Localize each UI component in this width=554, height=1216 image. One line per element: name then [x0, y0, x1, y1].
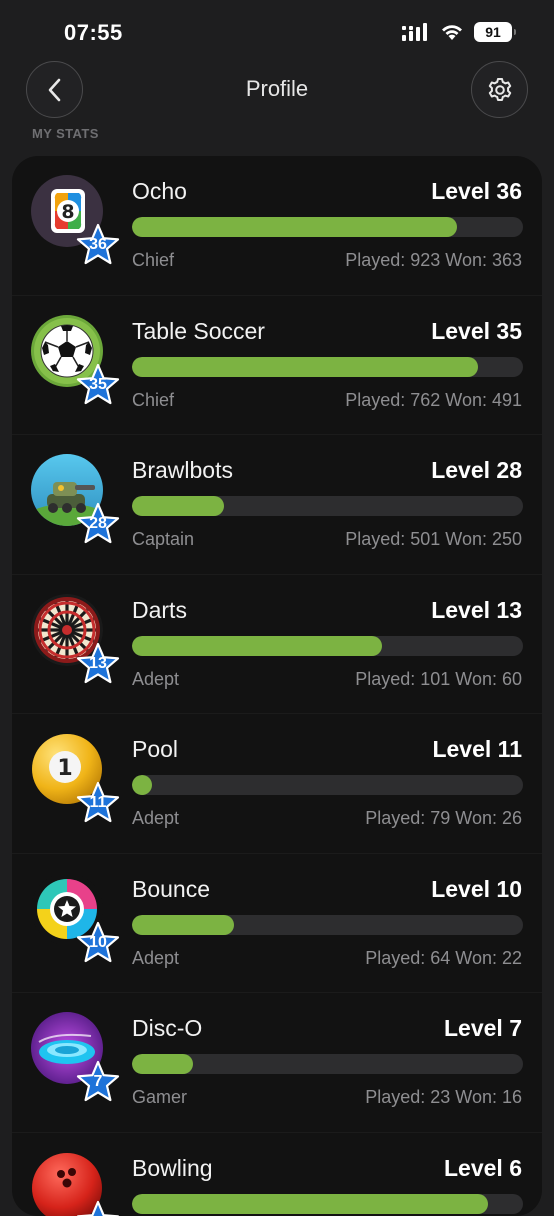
game-row[interactable]: 7 Disc-O Level 7 Gamer Played: 23 Won: 1…: [12, 993, 542, 1133]
svg-text:1: 1: [57, 756, 72, 781]
progress-fill: [132, 1194, 488, 1214]
progress-fill: [132, 775, 152, 795]
progress-fill: [132, 636, 382, 656]
level-progress-bar: [132, 775, 523, 795]
game-row[interactable]: 35 Table Soccer Level 35 Chief Played: 7…: [12, 296, 542, 436]
game-level: Level 11: [432, 736, 522, 763]
game-level: Level 7: [444, 1015, 522, 1042]
level-star-badge: 10: [75, 921, 121, 965]
game-stats: Played: 23 Won: 16: [365, 1087, 522, 1108]
status-bar: 07:55 91: [0, 0, 554, 62]
game-row[interactable]: Bowling Level 6: [12, 1133, 542, 1216]
settings-button[interactable]: [471, 61, 528, 118]
game-stats: Played: 923 Won: 363: [345, 250, 522, 271]
game-row[interactable]: 10 Bounce Level 10 Adept Played: 64 Won:…: [12, 854, 542, 994]
game-rank: Adept: [132, 669, 179, 690]
game-rank: Chief: [132, 250, 174, 271]
game-name: Bounce: [132, 876, 210, 903]
level-progress-bar: [132, 1054, 523, 1074]
game-stats: Played: 501 Won: 250: [345, 529, 522, 550]
level-progress-bar: [132, 357, 523, 377]
status-time: 07:55: [64, 20, 123, 46]
game-rank: Chief: [132, 390, 174, 411]
game-level: Level 36: [431, 178, 522, 205]
game-rank: Adept: [132, 948, 179, 969]
level-star-badge: 13: [75, 642, 121, 686]
game-row[interactable]: 28 Brawlbots Level 28 Captain Played: 50…: [12, 435, 542, 575]
game-rank: Adept: [132, 808, 179, 829]
game-stats: Played: 64 Won: 22: [365, 948, 522, 969]
level-progress-bar: [132, 217, 523, 237]
header: Profile: [0, 58, 554, 122]
progress-fill: [132, 915, 234, 935]
level-star-badge: [75, 1200, 121, 1216]
level-star-badge: 7: [75, 1060, 121, 1104]
game-name: Table Soccer: [132, 318, 265, 345]
game-row[interactable]: 13 Darts Level 13 Adept Played: 101 Won:…: [12, 575, 542, 715]
level-progress-bar: [132, 636, 523, 656]
game-level: Level 6: [444, 1155, 522, 1182]
stats-card: 8 36 Ocho Level 36 Chief Played: 923 Won…: [12, 156, 542, 1216]
game-name: Brawlbots: [132, 457, 233, 484]
game-stats: Played: 79 Won: 26: [365, 808, 522, 829]
game-level: Level 10: [431, 876, 522, 903]
level-progress-bar: [132, 496, 523, 516]
section-label: MY STATS: [32, 126, 99, 141]
game-rank: Gamer: [132, 1087, 187, 1108]
level-progress-bar: [132, 915, 523, 935]
game-stats: Played: 101 Won: 60: [355, 669, 522, 690]
game-name: Pool: [132, 736, 178, 763]
progress-fill: [132, 217, 457, 237]
level-star-badge: 28: [75, 502, 121, 546]
level-star-badge: 35: [75, 363, 121, 407]
wifi-icon: [440, 23, 464, 41]
gear-icon: [486, 76, 514, 104]
game-name: Bowling: [132, 1155, 213, 1182]
game-name: Ocho: [132, 178, 187, 205]
game-name: Disc-O: [132, 1015, 202, 1042]
game-row[interactable]: 8 36 Ocho Level 36 Chief Played: 923 Won…: [12, 156, 542, 296]
progress-fill: [132, 1054, 193, 1074]
game-row[interactable]: 1 11 Pool Level 11 Adept Played: 79 Won:…: [12, 714, 542, 854]
game-level: Level 13: [431, 597, 522, 624]
svg-text:8: 8: [61, 201, 74, 223]
game-name: Darts: [132, 597, 187, 624]
level-star-badge: 11: [75, 781, 121, 825]
game-level: Level 28: [431, 457, 522, 484]
status-icons: 91: [402, 22, 512, 42]
level-star-badge: 36: [75, 223, 121, 267]
level-progress-bar: [132, 1194, 523, 1214]
progress-fill: [132, 357, 478, 377]
cellular-signal-icon: [402, 23, 430, 41]
battery-indicator: 91: [474, 22, 512, 42]
game-rank: Captain: [132, 529, 194, 550]
game-stats: Played: 762 Won: 491: [345, 390, 522, 411]
game-level: Level 35: [431, 318, 522, 345]
progress-fill: [132, 496, 224, 516]
